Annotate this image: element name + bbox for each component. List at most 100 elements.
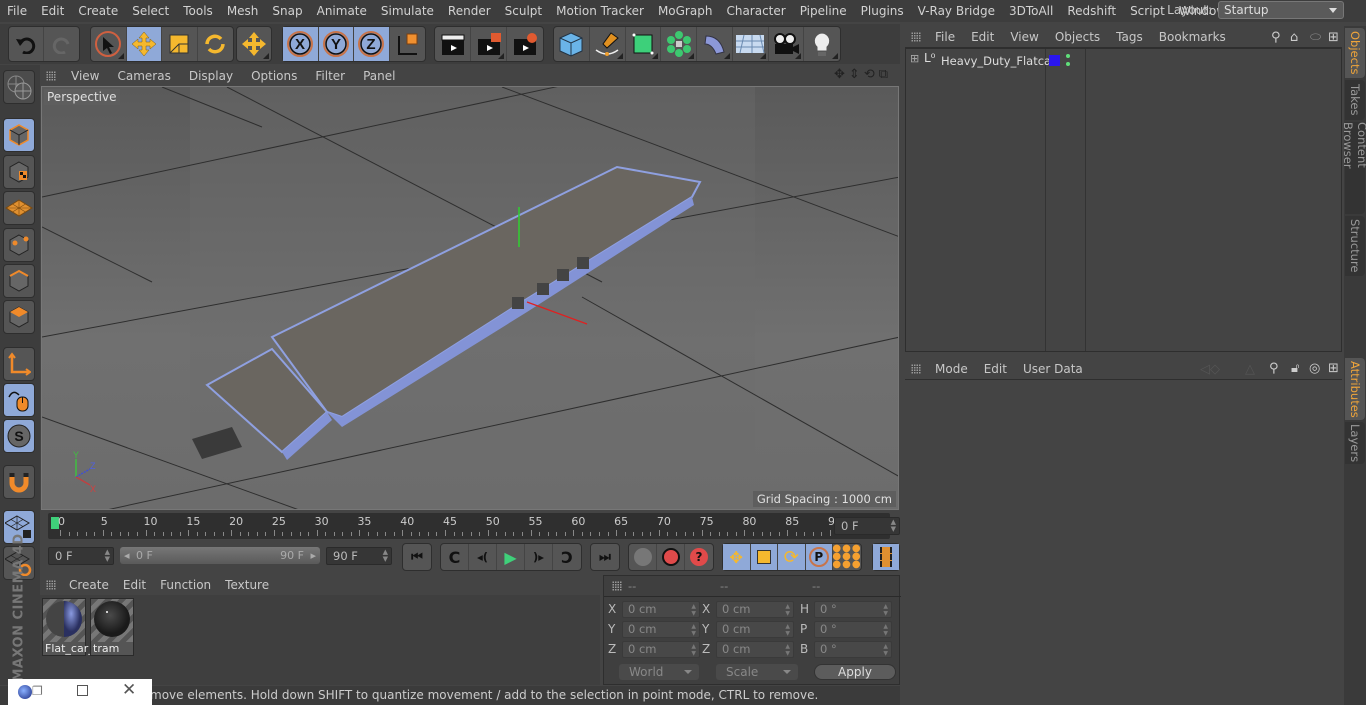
panel-grip[interactable] xyxy=(911,31,921,42)
pan-icon[interactable]: ✥ xyxy=(834,67,845,82)
render-view-button[interactable] xyxy=(435,27,471,61)
menu-redshift[interactable]: Redshift xyxy=(1060,4,1123,18)
tab-takes[interactable]: Takes xyxy=(1345,80,1365,120)
axis-mode-button[interactable] xyxy=(3,347,35,381)
prev-frame-button[interactable]: ◂( xyxy=(469,544,497,570)
coordinate-field[interactable]: 0 ° ▲ ▼ xyxy=(814,621,892,638)
material-menu-create[interactable]: Create xyxy=(62,578,116,592)
keyframe-selection-button[interactable]: ? xyxy=(685,544,713,570)
dolly-icon[interactable]: ⇕ xyxy=(849,67,860,82)
rotate-tool[interactable] xyxy=(198,27,233,61)
back-arrow-icon[interactable]: ◁◇ xyxy=(1200,362,1220,377)
close-icon[interactable]: ✕ xyxy=(122,680,136,700)
snap-button[interactable] xyxy=(3,465,35,499)
orbit-icon[interactable]: ⟲ xyxy=(864,67,875,82)
texture-mode-button[interactable] xyxy=(3,155,35,189)
goto-start-button[interactable]: ⏮ xyxy=(403,544,431,570)
tweak-mode-button[interactable] xyxy=(3,383,35,417)
panel-grip[interactable] xyxy=(911,363,921,374)
pen-spline-button[interactable] xyxy=(590,27,626,61)
scale-tool[interactable] xyxy=(162,27,198,61)
current-frame-field[interactable]: 0 F ▲ ▼ xyxy=(834,517,900,535)
coordinate-field[interactable]: 0 cm ▲ ▼ xyxy=(622,641,700,658)
undo-button[interactable] xyxy=(9,27,45,61)
viewport-menu-cameras[interactable]: Cameras xyxy=(108,69,179,83)
menu-motion-tracker[interactable]: Motion Tracker xyxy=(549,4,651,18)
layer-color-tag[interactable] xyxy=(1049,55,1060,66)
menu-edit[interactable]: Edit xyxy=(34,4,71,18)
search-icon[interactable]: ⚲ xyxy=(1271,30,1281,45)
attribute-menu-edit[interactable]: Edit xyxy=(976,362,1015,376)
camera-label[interactable]: Perspective xyxy=(44,89,120,105)
scale-track-button[interactable] xyxy=(750,544,778,570)
menu-render[interactable]: Render xyxy=(441,4,498,18)
render-picture-viewer-button[interactable] xyxy=(471,27,507,61)
menu-sculpt[interactable]: Sculpt xyxy=(498,4,549,18)
target-icon[interactable]: ◎ xyxy=(1309,361,1320,376)
x-axis-lock[interactable]: X xyxy=(283,27,319,61)
object-menu-tags[interactable]: Tags xyxy=(1108,30,1151,44)
panel-grip[interactable] xyxy=(46,71,56,81)
floor-button[interactable] xyxy=(733,27,769,61)
lock-icon[interactable]: 🔓︎ xyxy=(1291,361,1299,376)
restore-icon[interactable]: ❐ xyxy=(32,684,43,698)
maximize-icon[interactable] xyxy=(77,685,88,696)
goto-end-button[interactable]: ⏭ xyxy=(591,544,619,570)
material-menu-texture[interactable]: Texture xyxy=(218,578,276,592)
edges-mode-button[interactable] xyxy=(3,264,35,298)
cube-button[interactable] xyxy=(554,27,590,61)
viewport-menu-options[interactable]: Options xyxy=(242,69,306,83)
object-menu-objects[interactable]: Objects xyxy=(1047,30,1108,44)
coordinate-field[interactable]: 0 cm ▲ ▼ xyxy=(716,621,794,638)
polygons-mode-button[interactable] xyxy=(3,300,35,334)
z-axis-lock[interactable]: Z xyxy=(354,27,390,61)
object-menu-file[interactable]: File xyxy=(927,30,963,44)
model-mode-button[interactable] xyxy=(3,118,35,152)
end-frame-field[interactable]: 90 F ▲ ▼ xyxy=(326,547,392,565)
live-selection-tool[interactable] xyxy=(91,27,127,61)
tab-content-browser[interactable]: Content Browser xyxy=(1341,122,1366,214)
subdivision-button[interactable] xyxy=(626,27,662,61)
coordinate-field[interactable]: 0 cm ▲ ▼ xyxy=(716,601,794,618)
camera-button[interactable] xyxy=(769,27,805,61)
coordinate-field[interactable]: 0 cm ▲ ▼ xyxy=(622,621,700,638)
layer-icon[interactable]: ⬭ xyxy=(1310,30,1321,45)
new-panel-icon[interactable]: ⊞ xyxy=(1328,30,1339,45)
panel-grip[interactable] xyxy=(46,580,56,590)
up-arrow-icon[interactable]: △ xyxy=(1245,362,1255,377)
next-frame-button[interactable]: )▸ xyxy=(525,544,553,570)
object-menu-bookmarks[interactable]: Bookmarks xyxy=(1151,30,1234,44)
object-menu-view[interactable]: View xyxy=(1002,30,1046,44)
search-icon[interactable]: ⚲ xyxy=(1269,361,1279,376)
prev-keyframe-button[interactable]: C xyxy=(441,544,469,570)
next-keyframe-button[interactable]: Ↄ xyxy=(553,544,581,570)
tab-objects[interactable]: Objects xyxy=(1345,28,1365,78)
tab-layers[interactable]: Layers xyxy=(1345,422,1365,464)
menu-plugins[interactable]: Plugins xyxy=(854,4,911,18)
coordinate-system-button[interactable] xyxy=(390,27,425,61)
deformer-button[interactable] xyxy=(697,27,733,61)
material-swatch[interactable]: tram xyxy=(90,598,134,656)
size-mode-select[interactable]: Scale xyxy=(716,664,798,680)
editor-visibility-dot[interactable] xyxy=(1066,54,1070,58)
y-axis-lock[interactable]: Y xyxy=(318,27,354,61)
object-row[interactable]: ⊞ L⁰ Heavy_Duty_Flatcar xyxy=(906,51,1341,71)
redo-button[interactable] xyxy=(44,27,79,61)
menu-pipeline[interactable]: Pipeline xyxy=(793,4,854,18)
cloner-button[interactable] xyxy=(661,27,697,61)
light-button[interactable] xyxy=(804,27,840,61)
coordinate-field[interactable]: 0 ° ▲ ▼ xyxy=(814,641,892,658)
attribute-menu-user-data[interactable]: User Data xyxy=(1015,362,1091,376)
menu-create[interactable]: Create xyxy=(71,4,125,18)
render-settings-button[interactable] xyxy=(507,27,543,61)
solo-mode-button[interactable]: S xyxy=(3,419,35,453)
autokey-button[interactable] xyxy=(657,544,685,570)
tab-structure[interactable]: Structure xyxy=(1345,216,1365,276)
expand-icon[interactable]: ⊞ xyxy=(910,52,919,65)
recent-move-tool[interactable] xyxy=(237,27,271,61)
move-tool[interactable] xyxy=(126,27,162,61)
points-mode-button[interactable] xyxy=(3,228,35,262)
layout-dropdown[interactable]: Startup xyxy=(1218,1,1344,19)
coordinate-field[interactable]: 0 ° ▲ ▼ xyxy=(814,601,892,618)
apply-button[interactable]: Apply xyxy=(814,664,896,680)
